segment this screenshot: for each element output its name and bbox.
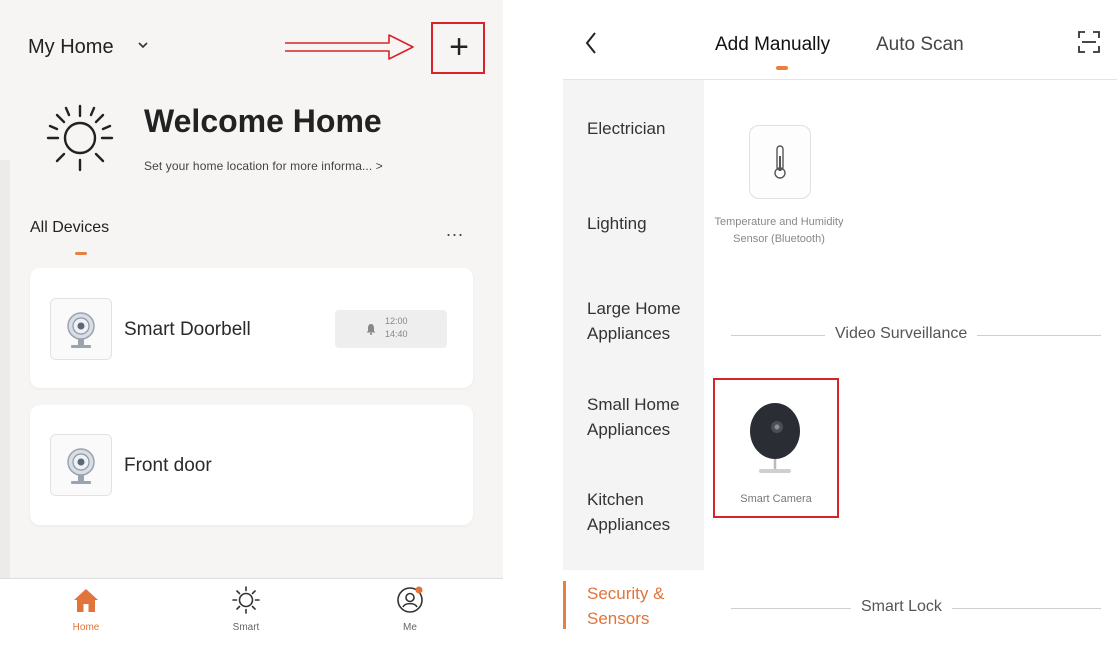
- device-card-smart-doorbell[interactable]: Smart Doorbell 12:00 14:40: [30, 268, 473, 388]
- category-lighting[interactable]: Lighting: [587, 211, 647, 236]
- thermometer-icon[interactable]: [749, 125, 811, 199]
- schedule-badge[interactable]: 12:00 14:40: [335, 310, 447, 348]
- more-options-button[interactable]: ...: [446, 220, 464, 241]
- device-card-front-door[interactable]: Front door: [30, 405, 473, 525]
- category-kitchen-appliances[interactable]: Kitchen Appliances: [587, 487, 699, 537]
- welcome-title: Welcome Home: [144, 103, 382, 139]
- bell-icon: [366, 324, 376, 335]
- tab-smart[interactable]: Smart: [206, 585, 286, 633]
- weather-sun-icon: [46, 104, 114, 172]
- back-arrow-icon[interactable]: [583, 30, 599, 56]
- tab-auto-scan[interactable]: Auto Scan: [876, 34, 964, 56]
- webcam-icon: [50, 434, 112, 496]
- tab-add-manually[interactable]: Add Manually: [715, 34, 830, 56]
- side-edge: [0, 160, 10, 580]
- category-security-sensors[interactable]: Security & Sensors: [587, 581, 699, 631]
- category-sidebar: [563, 80, 704, 645]
- tab-label: Home: [72, 622, 100, 633]
- sensor-item-label: Temperature and Humidity Sensor (Bluetoo…: [714, 216, 844, 245]
- user-profile-icon: [397, 586, 423, 613]
- home-icon: [74, 589, 98, 612]
- bottom-tab-bar: Home Smart Me: [0, 578, 503, 645]
- category-electrician[interactable]: Electrician: [587, 116, 665, 141]
- tab-indicator: [75, 252, 87, 255]
- tab-home[interactable]: Home: [46, 585, 126, 633]
- add-device-screen: Add Manually Auto Scan Electrician Light…: [563, 0, 1117, 645]
- category-small-home-appliances[interactable]: Small Home Appliances: [587, 392, 699, 442]
- arrow-pointer-icon: [285, 34, 414, 60]
- section-video-surveillance: Video Surveillance: [825, 325, 978, 343]
- home-selector[interactable]: My Home: [28, 36, 114, 59]
- camera-icon[interactable]: [743, 393, 807, 477]
- chevron-down-icon[interactable]: [138, 40, 148, 50]
- tab-label: Smart: [232, 622, 260, 633]
- add-device-button[interactable]: +: [441, 28, 477, 66]
- set-location-link[interactable]: Set your home location for more informa.…: [144, 159, 383, 173]
- home-screen: My Home + Welcome Home Set your home loc…: [0, 0, 503, 645]
- smart-camera-label: Smart Camera: [740, 493, 812, 505]
- device-name: Smart Doorbell: [124, 319, 251, 340]
- scan-icon[interactable]: [1077, 30, 1101, 54]
- schedule-time: 12:00 14:40: [385, 316, 408, 339]
- sun-icon: [232, 586, 260, 614]
- category-large-home-appliances[interactable]: Large Home Appliances: [587, 296, 699, 346]
- tab-label: Me: [403, 622, 417, 633]
- selected-category-indicator: [563, 581, 566, 629]
- tab-indicator: [776, 66, 788, 70]
- section-smart-lock: Smart Lock: [851, 598, 952, 616]
- webcam-icon: [50, 298, 112, 360]
- all-devices-tab[interactable]: All Devices: [30, 219, 109, 237]
- tab-me[interactable]: Me: [370, 585, 450, 633]
- device-name: Front door: [124, 455, 212, 476]
